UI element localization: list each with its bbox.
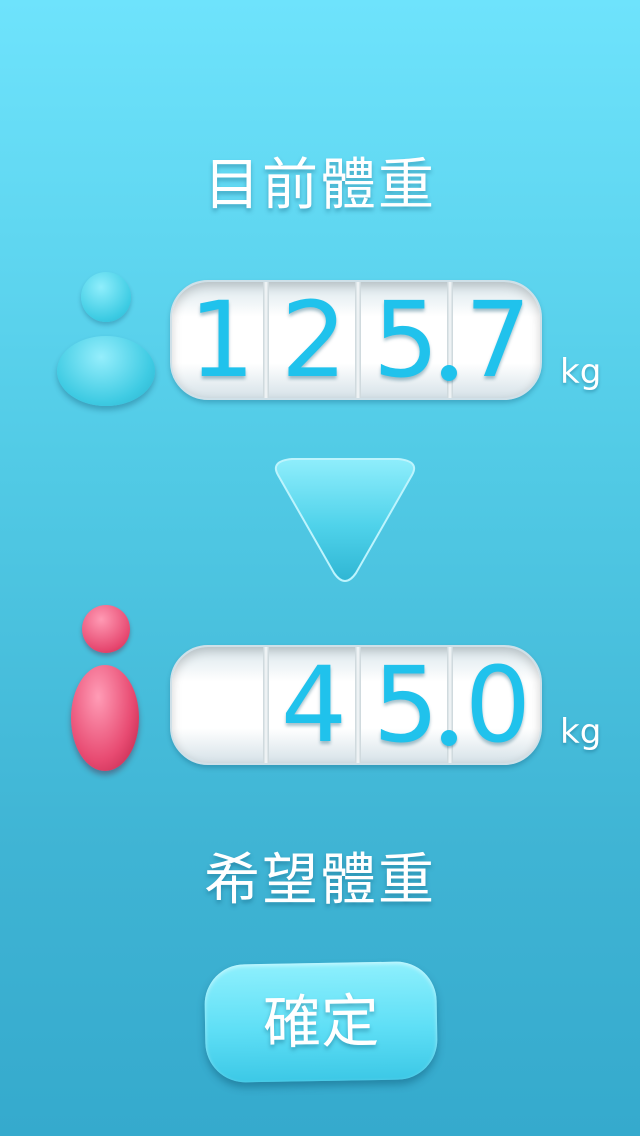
decimal-point [441,730,457,746]
current-digit-1[interactable]: 1 [176,282,268,398]
current-digit-decimal[interactable]: 7 [452,282,544,398]
target-weight-title: 希望體重 [204,848,436,913]
target-digit-1[interactable] [176,647,268,763]
target-unit-label: kg [560,712,602,752]
current-digit-3[interactable]: 5 [360,282,452,398]
target-digit-2[interactable]: 4 [268,647,360,763]
decimal-point [441,365,457,381]
confirm-button[interactable]: 確定 [203,960,439,1084]
current-digit-2[interactable]: 2 [268,282,360,398]
person-head [82,605,130,653]
target-person-icon [68,603,148,778]
current-unit-label: kg [560,352,602,392]
current-person-icon [55,270,160,410]
person-body [57,336,155,406]
person-body [71,665,139,771]
person-head [81,272,131,322]
triangle-down-icon[interactable] [270,455,420,590]
target-weight-picker[interactable]: 4 5 0 [170,645,542,765]
current-weight-title: 目前體重 [204,153,436,218]
target-digit-3[interactable]: 5 [360,647,452,763]
current-weight-picker[interactable]: 1 2 5 7 [170,280,542,400]
target-digit-decimal[interactable]: 0 [452,647,544,763]
